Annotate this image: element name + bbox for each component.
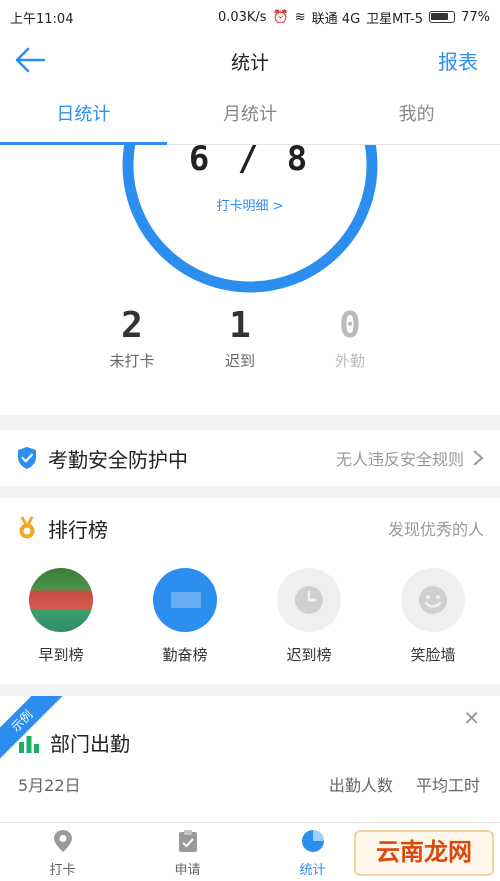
ranking-hint[interactable]: 发现优秀的人 <box>388 516 484 540</box>
wifi-icon: ≋ <box>294 9 306 25</box>
battery-icon <box>429 11 456 23</box>
battery-level: 77% <box>461 9 490 25</box>
count-label: 迟到 <box>224 352 255 370</box>
count-not-punched[interactable]: 2 未打卡 <box>82 305 182 371</box>
security-title: 考勤安全防护中 <box>48 447 188 472</box>
location-pin-icon <box>53 830 72 852</box>
department-row: 5月22日 出勤人数 平均工时 <box>18 772 480 796</box>
tab-daily[interactable]: 日统计 <box>0 86 167 145</box>
page-title: 统计 <box>230 52 269 74</box>
punch-detail-link[interactable]: 打卡明细 > <box>0 195 500 214</box>
bar-chart-icon <box>19 735 39 753</box>
alarm-icon: ⏰ <box>272 9 289 25</box>
rank-label: 勤奋榜 <box>162 646 208 664</box>
rank-diligent[interactable]: 勤奋榜 <box>130 568 240 665</box>
count-value: 0 <box>339 305 361 346</box>
department-date: 5月22日 <box>18 776 81 795</box>
count-late[interactable]: 1 迟到 <box>190 305 290 371</box>
count-label: 外勤 <box>334 352 365 370</box>
status-bar: 上午11:04 0.03K/s ⏰ ≋ 联通 4G 卫星MT-5 77% <box>0 0 500 34</box>
rank-early[interactable]: 早到榜 <box>6 568 116 665</box>
nav-label: 打卡 <box>49 863 76 878</box>
department-columns: 出勤人数 平均工时 <box>311 772 480 796</box>
chevron-right-icon <box>473 450 484 466</box>
ranking-title: 排行榜 <box>48 517 108 542</box>
nav-apply[interactable]: 申请 <box>125 823 250 881</box>
nav-label: 申请 <box>174 863 201 878</box>
ranking-header: 排行榜 发现优秀的人 <box>16 512 484 544</box>
smiley-icon <box>401 568 465 632</box>
rank-label: 早到榜 <box>38 646 84 664</box>
tab-mine[interactable]: 我的 <box>333 86 500 144</box>
status-right: 0.03K/s ⏰ ≋ 联通 4G 卫星MT-5 77% <box>218 8 490 27</box>
avatar <box>29 568 93 632</box>
shield-check-icon <box>18 447 36 469</box>
column-average-hours: 平均工时 <box>415 776 480 795</box>
nav-punch[interactable]: 打卡 <box>0 823 125 881</box>
report-button[interactable]: 报表 <box>438 46 478 75</box>
tab-bar: 日统计 月统计 我的 <box>0 86 500 145</box>
watermark-logo: 云南龙网 <box>354 830 494 876</box>
status-speed: 0.03K/s <box>217 9 267 25</box>
rank-label: 笑脸墙 <box>410 646 456 664</box>
ranking-card: 排行榜 发现优秀的人 早到榜 勤奋榜 迟到榜 笑脸墙 <box>0 498 500 684</box>
rank-late[interactable]: 迟到榜 <box>254 568 364 665</box>
rank-smile-wall[interactable]: 笑脸墙 <box>378 568 488 665</box>
department-header: 部门出勤 <box>18 728 130 757</box>
status-time: 上午11:04 <box>10 11 74 27</box>
count-value: 1 <box>229 305 251 346</box>
department-title: 部门出勤 <box>50 732 130 756</box>
count-value: 2 <box>121 305 143 346</box>
count-field-work[interactable]: 0 外勤 <box>300 305 400 371</box>
department-attendance-card: 示例 ✕ 部门出勤 5月22日 出勤人数 平均工时 <box>0 696 500 826</box>
daily-summary-card: 6 / 8 打卡明细 > 2 未打卡 1 迟到 0 外勤 <box>0 145 500 415</box>
count-row: 2 未打卡 1 迟到 0 外勤 <box>0 305 500 395</box>
rank-label: 迟到榜 <box>286 646 332 664</box>
count-label: 未打卡 <box>109 352 155 370</box>
column-attendance-count: 出勤人数 <box>328 776 393 795</box>
clipboard-icon <box>178 830 197 852</box>
security-status: 无人违反安全规则 <box>335 450 464 469</box>
avatar <box>153 568 217 632</box>
carrier-1: 联通 4G <box>311 11 361 27</box>
tab-monthly[interactable]: 月统计 <box>167 86 334 144</box>
pie-chart-icon <box>301 830 324 852</box>
security-protection-row[interactable]: 考勤安全防护中 无人违反安全规则 <box>0 430 500 486</box>
close-icon[interactable]: ✕ <box>463 706 480 730</box>
carrier-2: 卫星MT-5 <box>366 11 424 27</box>
top-bar: 统计 报表 <box>0 34 500 86</box>
attendance-ratio: 6 / 8 <box>188 145 312 179</box>
clock-icon <box>277 568 341 632</box>
medal-icon <box>19 516 35 539</box>
